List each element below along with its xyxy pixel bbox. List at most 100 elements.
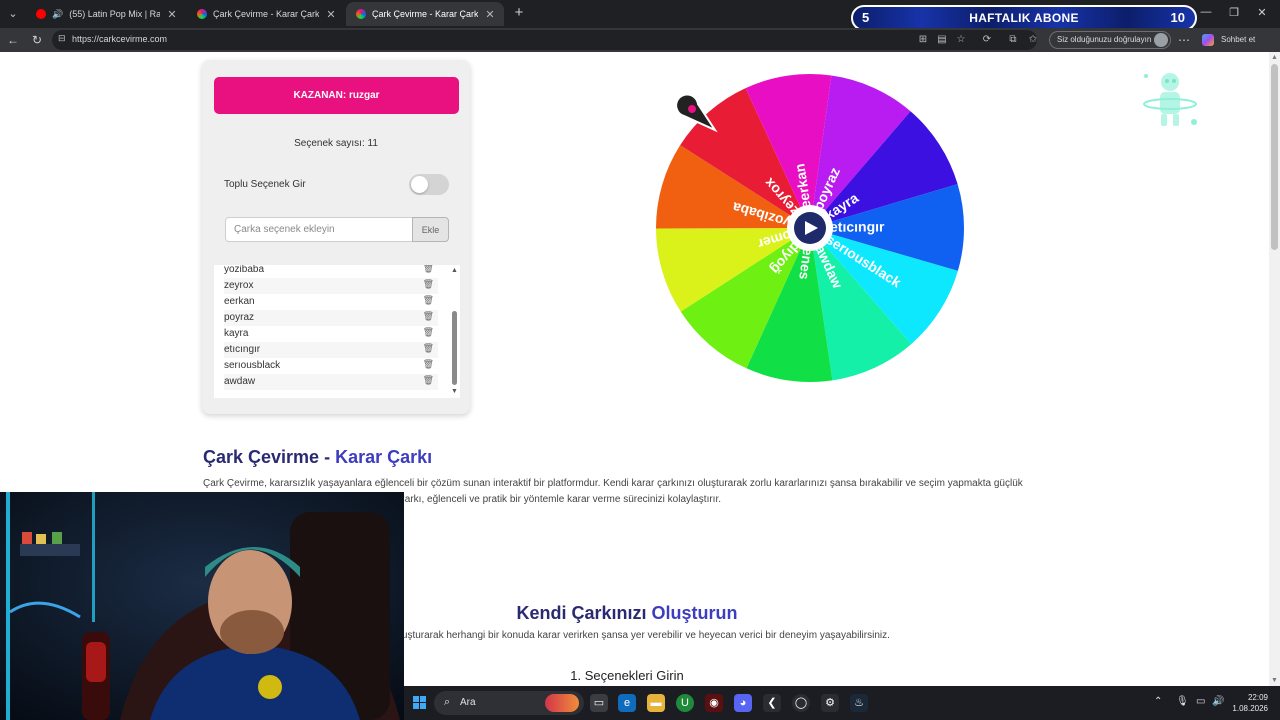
browser-tab-music[interactable]: 🔊 (55) Latin Pop Mix | Radio Hits ✕ [26, 2, 186, 26]
heading-accent: Oluşturun [651, 603, 738, 623]
trash-icon[interactable]: 🗑 [423, 311, 434, 322]
steam-icon[interactable]: ♨ [850, 694, 868, 712]
app-u-icon[interactable]: U [676, 694, 694, 712]
trash-icon[interactable]: 🗑 [423, 327, 434, 338]
goal-target: 10 [1170, 10, 1185, 25]
search-label: Ara [460, 697, 476, 708]
tab-title: Çark Çevirme - Karar Çarkı! [372, 9, 478, 19]
wheel-graphic[interactable]: poyrazkayraetıcıngırserıousblackawdawene… [654, 72, 966, 384]
trash-icon[interactable]: 🗑 [423, 295, 434, 306]
apps-grid-icon[interactable]: ⊞ [917, 34, 929, 46]
winner-button[interactable]: KAZANAN: ruzgar [214, 77, 459, 114]
search-icon: ⌕ [444, 696, 451, 708]
intro-line: Çark Çevirme, kararsızlık yaşayanlara eğ… [203, 478, 1023, 489]
windows-start-icon[interactable] [413, 696, 427, 710]
goal-label: HAFTALIK ABONE [969, 11, 1079, 25]
new-tab-plus-icon[interactable]: + [511, 5, 527, 21]
webcam-overlay [0, 492, 404, 720]
page-title: Çark Çevirme - Karar Çarkı [203, 447, 432, 468]
youtube-favicon-icon [36, 9, 46, 19]
spin-wheel[interactable]: poyraz kayra etıcıngır serıousblack awdaw ene… [654, 72, 966, 384]
edge-browser-icon[interactable]: e [618, 694, 636, 712]
favorites-icon[interactable]: ✩ [1027, 34, 1039, 46]
title-main: Çark Çevirme - [203, 447, 336, 467]
option-name: etıcıngır [224, 344, 261, 355]
trash-icon[interactable]: 🗑 [423, 343, 434, 354]
app-gear-icon[interactable]: ⚙ [821, 694, 839, 712]
clock-date: 1.08.2026 [1232, 704, 1268, 713]
heading-main: Kendi Çarkınızı [516, 603, 652, 623]
list-item: poyraz 🗑 [224, 310, 438, 326]
task-view-icon[interactable]: ▭ [590, 694, 608, 712]
browser-tab-wheel-1[interactable]: Çark Çevirme - Karar Çarkı ✕ [187, 2, 345, 26]
wheel-segment-label: etıcıngır [830, 218, 885, 234]
option-count: Seçenek sayısı: 11 [294, 138, 378, 149]
url-text: https://carkcevirme.com [72, 34, 168, 44]
site-favicon-icon [197, 9, 207, 19]
option-name: awdaw [224, 376, 256, 387]
scroll-thumb[interactable] [1271, 64, 1278, 250]
file-explorer-icon[interactable]: ▬ [647, 694, 665, 712]
copilot-icon[interactable] [1202, 34, 1214, 46]
restore-icon[interactable]: ❐ [1226, 6, 1242, 19]
list-item: yozibaba 🗑 [224, 265, 438, 278]
discord-icon[interactable]: ◕ [734, 694, 752, 712]
volume-icon[interactable]: 🔊 [1212, 696, 1224, 707]
scroll-down-icon[interactable]: ▼ [451, 388, 458, 395]
site-info-icon[interactable]: ⊟ [58, 33, 68, 45]
bulk-entry-toggle[interactable] [409, 174, 449, 195]
app-arrow-icon[interactable]: ❮ [763, 694, 781, 712]
taskbar-search[interactable]: ⌕ Ara [434, 691, 584, 715]
close-tab-icon[interactable]: ✕ [325, 8, 337, 21]
list-item: eerkan 🗑 [224, 294, 438, 310]
tab-list-chevron-icon[interactable]: ⌄ [4, 5, 22, 23]
reader-icon[interactable]: ▤ [936, 34, 948, 46]
tab-title: (55) Latin Pop Mix | Radio Hits [69, 9, 160, 19]
option-input[interactable] [225, 217, 413, 242]
site-favicon-icon [356, 9, 366, 19]
trash-icon[interactable]: 🗑 [423, 375, 434, 386]
system-clock[interactable]: 22:09 1.08.2026 [1228, 692, 1268, 714]
reload-icon[interactable]: ↻ [29, 32, 45, 48]
option-name: poyraz [224, 312, 255, 323]
pointer-logo-icon [688, 105, 696, 113]
more-menu-icon[interactable]: ⋯ [1176, 32, 1192, 48]
scroll-down-icon[interactable]: ▼ [1271, 677, 1278, 684]
close-tab-icon[interactable]: ✕ [166, 8, 178, 21]
page-scrollbar[interactable]: ▲ ▼ [1269, 52, 1280, 686]
scroll-up-icon[interactable]: ▲ [1271, 54, 1278, 61]
tab-title: Çark Çevirme - Karar Çarkı [213, 9, 319, 19]
address-bar[interactable]: ⊟ https://carkcevirme.com ⊞ ▤ ☆ ⟳ ⧉ ✩ [52, 30, 1037, 50]
list-scrollbar[interactable]: ▲ ▼ [451, 267, 459, 395]
list-item: etıcıngır 🗑 [224, 342, 438, 358]
minimize-icon[interactable]: — [1198, 6, 1214, 18]
add-option-button[interactable]: Ekle [412, 217, 449, 242]
mascot-illustration [1143, 73, 1197, 126]
search-highlight-icon [545, 694, 579, 712]
verify-label: Siz olduğunuzu doğrulayın [1057, 35, 1152, 44]
extensions-puzzle-icon[interactable]: ⧉ [1007, 34, 1019, 46]
speaker-icon[interactable]: 🔊 [52, 9, 63, 20]
back-arrow-icon[interactable]: ← [5, 32, 21, 48]
tray-chevron-icon[interactable]: ⌃ [1154, 696, 1162, 707]
scroll-up-icon[interactable]: ▲ [451, 267, 458, 274]
monitor-icon[interactable]: ▭ [1196, 696, 1205, 707]
verify-identity-button[interactable]: Siz olduğunuzu doğrulayın [1049, 31, 1171, 49]
trash-icon[interactable]: 🗑 [423, 359, 434, 370]
close-tab-icon[interactable]: ✕ [484, 8, 496, 21]
app-circle-icon[interactable]: ◯ [792, 694, 810, 712]
scroll-thumb[interactable] [452, 311, 457, 385]
clock-time: 22:09 [1247, 693, 1268, 702]
browser-tab-wheel-active[interactable]: Çark Çevirme - Karar Çarkı! ✕ [346, 2, 504, 26]
chat-button-label[interactable]: Sohbet et [1221, 35, 1255, 44]
extension-icon[interactable]: ⟳ [981, 34, 993, 46]
list-item: kayra 🗑 [224, 326, 438, 342]
favorite-star-icon[interactable]: ☆ [955, 34, 967, 46]
close-window-icon[interactable]: ✕ [1254, 6, 1270, 19]
trash-icon[interactable]: 🗑 [423, 265, 434, 274]
microphone-icon[interactable]: 🎙 [1176, 696, 1189, 707]
trash-icon[interactable]: 🗑 [423, 279, 434, 290]
address-toolbar: ← ↻ ⊟ https://carkcevirme.com ⊞ ▤ ☆ ⟳ ⧉ … [0, 28, 1280, 52]
app-red-icon[interactable]: ◉ [705, 694, 723, 712]
windows-taskbar: ⌕ Ara ▭ e ▬ U ◉ ◕ ❮ ◯ ⚙ ♨ ⌃ 🎙 ▭ 🔊 22:09 … [404, 686, 1280, 720]
